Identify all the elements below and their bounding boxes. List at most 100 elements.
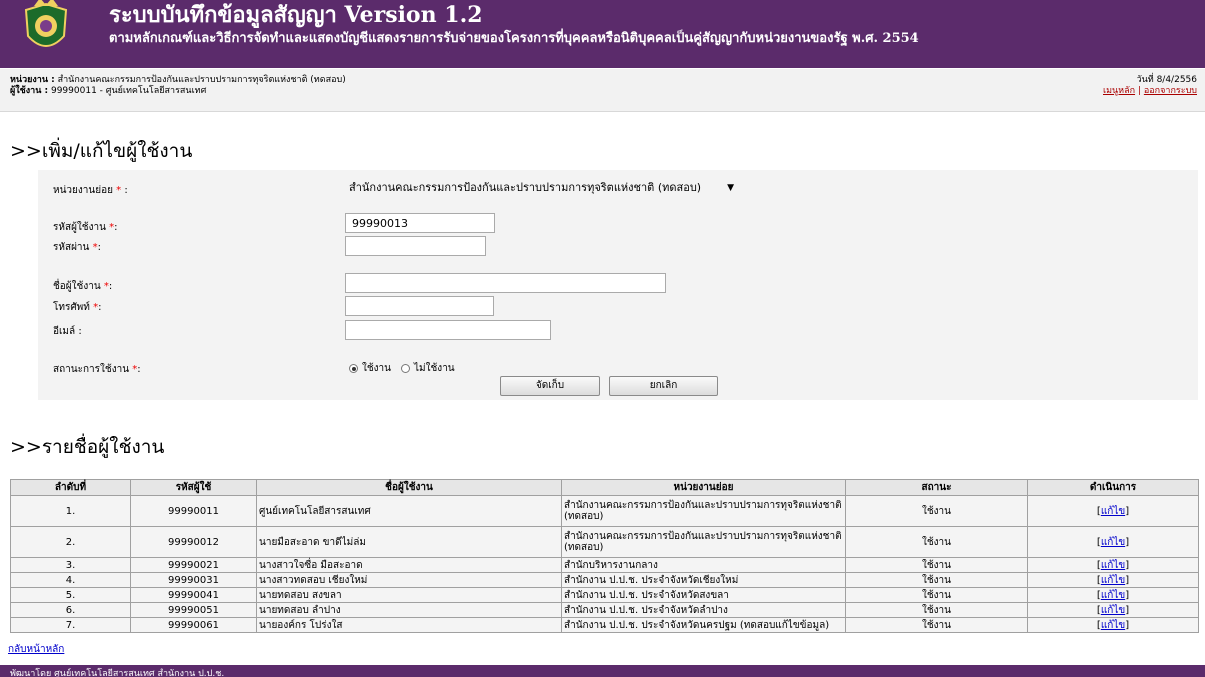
email-label: อีเมล์ : (53, 326, 82, 337)
app-header: ระบบบันทึกข้อมูลสัญญา Version 1.2 ตามหลั… (0, 0, 1205, 68)
col-header-unit: หน่วยงานย่อย (561, 479, 846, 496)
row-status: ใช้งาน (845, 495, 1028, 527)
row-action: [แก้ไข] (1027, 526, 1199, 558)
footer-credit: พัฒนาโดย ศูนย์เทคโนโลยีสารสนเทศ สำนักงาน… (10, 669, 225, 677)
row-no: 2. (10, 526, 131, 558)
list-section-title: >>รายชื่อผู้ใช้งาน (10, 436, 165, 458)
col-header-action: ดำเนินการ (1027, 479, 1199, 496)
row-no: 3. (10, 557, 131, 573)
table-row: 7. 99990061 นายองค์กร โปร่งใส สำนักงาน ป… (10, 617, 1199, 633)
row-no: 5. (10, 587, 131, 603)
col-header-id: รหัสผู้ใช้ (130, 479, 257, 496)
row-action: [แก้ไข] (1027, 572, 1199, 588)
row-user-name: นายองค์กร โปร่งใส (256, 617, 562, 633)
current-date: วันที่ 8/4/2556 (1136, 75, 1197, 85)
edit-link[interactable]: แก้ไข (1101, 537, 1125, 548)
row-no: 1. (10, 495, 131, 527)
session-info: หน่วยงาน : สำนักงานคณะกรรมการป้องกันและป… (10, 75, 346, 97)
row-unit: สำนักงานคณะกรรมการป้องกันและปราบปรามการท… (561, 526, 846, 558)
edit-link[interactable]: แก้ไข (1101, 575, 1125, 586)
row-status: ใช้งาน (845, 587, 1028, 603)
user-table: ลำดับที่ รหัสผู้ใช้ ชื่อผู้ใช้งาน หน่วยง… (10, 479, 1199, 633)
page-footer: พัฒนาโดย ศูนย์เทคโนโลยีสารสนเทศ สำนักงาน… (0, 665, 1205, 677)
col-header-no: ลำดับที่ (10, 479, 131, 496)
row-status: ใช้งาน (845, 572, 1028, 588)
status-inactive-radio[interactable] (401, 364, 411, 373)
username-label: ชื่อผู้ใช้งาน *: (53, 281, 113, 292)
chevron-down-icon: ▼ (727, 183, 734, 193)
phone-label: โทรศัพท์ *: (53, 302, 102, 313)
email-input[interactable] (345, 320, 551, 340)
table-row: 6. 99990051 นายทดสอบ ลำปาง สำนักงาน ป.ป.… (10, 602, 1199, 618)
row-unit: สำนักงาน ป.ป.ช. ประจำจังหวัดนครปฐม (ทดสอ… (561, 617, 846, 633)
row-user-id: 99990031 (130, 572, 257, 588)
row-user-name: นายมือสะอาด ขาดีไม่ล่ม (256, 526, 562, 558)
app-title: ระบบบันทึกข้อมูลสัญญา Version 1.2 (109, 2, 483, 28)
session-actions: วันที่ 8/4/2556 เมนูหลัก | ออกจากระบบ (1103, 75, 1197, 97)
row-user-id: 99990011 (130, 495, 257, 527)
row-unit: สำนักงาน ป.ป.ช. ประจำจังหวัดเชียงใหม่ (561, 572, 846, 588)
table-row: 3. 99990021 นางสาวใจซื่อ มือสะอาด สำนักบ… (10, 557, 1199, 573)
row-user-name: นางสาวใจซื่อ มือสะอาด (256, 557, 562, 573)
username-input[interactable] (345, 273, 666, 293)
edit-link[interactable]: แก้ไข (1101, 560, 1125, 571)
password-input[interactable] (345, 236, 486, 256)
edit-link[interactable]: แก้ไข (1101, 605, 1125, 616)
back-to-home-link[interactable]: กลับหน้าหลัก (8, 642, 64, 657)
col-header-name: ชื่อผู้ใช้งาน (256, 479, 562, 496)
agency-value: สำนักงานคณะกรรมการป้องกันและปราบปรามการท… (57, 75, 346, 85)
row-unit: สำนักงาน ป.ป.ช. ประจำจังหวัดสงขลา (561, 587, 846, 603)
row-user-id: 99990041 (130, 587, 257, 603)
row-action: [แก้ไข] (1027, 587, 1199, 603)
edit-link[interactable]: แก้ไข (1101, 506, 1125, 517)
row-action: [แก้ไข] (1027, 617, 1199, 633)
row-unit: สำนักงานคณะกรรมการป้องกันและปราบปรามการท… (561, 495, 846, 527)
table-row: 4. 99990031 นางสาวทดสอบ เชียงใหม่ สำนักง… (10, 572, 1199, 588)
status-radio-group: ใช้งาน ไม่ใช้งาน (349, 361, 455, 376)
row-action: [แก้ไข] (1027, 602, 1199, 618)
row-user-name: นายทดสอบ ลำปาง (256, 602, 562, 618)
subunit-select[interactable]: สำนักงานคณะกรรมการป้องกันและปราบปรามการท… (345, 178, 740, 198)
table-row: 5. 99990041 นายทดสอบ สงขลา สำนักงาน ป.ป.… (10, 587, 1199, 603)
row-action: [แก้ไข] (1027, 557, 1199, 573)
row-user-id: 99990012 (130, 526, 257, 558)
status-label: สถานะการใช้งาน *: (53, 364, 141, 375)
user-label: ผู้ใช้งาน : (10, 86, 49, 96)
edit-link[interactable]: แก้ไข (1101, 620, 1125, 631)
row-status: ใช้งาน (845, 526, 1028, 558)
status-inactive-label: ไม่ใช้งาน (414, 363, 455, 374)
col-header-status: สถานะ (845, 479, 1028, 496)
row-no: 6. (10, 602, 131, 618)
password-label: รหัสผ่าน *: (53, 242, 101, 253)
row-user-id: 99990051 (130, 602, 257, 618)
subunit-selected: สำนักงานคณะกรรมการป้องกันและปราบปรามการท… (349, 181, 702, 194)
row-no: 4. (10, 572, 131, 588)
table-row: 1. 99990011 ศูนย์เทคโนโลยีสารสนเทศ สำนัก… (10, 495, 1199, 527)
status-active-label: ใช้งาน (362, 363, 392, 374)
save-button[interactable]: จัดเก็บ (500, 376, 600, 396)
phone-input[interactable] (345, 296, 494, 316)
main-menu-link[interactable]: เมนูหลัก (1103, 86, 1135, 96)
row-user-name: ศูนย์เทคโนโลยีสารสนเทศ (256, 495, 562, 527)
status-active-radio[interactable] (349, 364, 358, 373)
row-unit: สำนักบริหารงานกลาง (561, 557, 846, 573)
user-value: 99990011 - ศูนย์เทคโนโลยีสารสนเทศ (50, 86, 207, 96)
table-header-row: ลำดับที่ รหัสผู้ใช้ ชื่อผู้ใช้งาน หน่วยง… (10, 479, 1199, 496)
seal-logo-icon (24, 0, 68, 47)
session-info-bar: หน่วยงาน : สำนักงานคณะกรรมการป้องกันและป… (0, 69, 1205, 112)
table-row: 2. 99990012 นายมือสะอาด ขาดีไม่ล่ม สำนัก… (10, 526, 1199, 558)
cancel-button[interactable]: ยกเลิก (609, 376, 718, 396)
row-status: ใช้งาน (845, 557, 1028, 573)
userid-input[interactable] (345, 213, 495, 233)
row-user-name: นายทดสอบ สงขลา (256, 587, 562, 603)
edit-link[interactable]: แก้ไข (1101, 590, 1125, 601)
logout-link[interactable]: ออกจากระบบ (1144, 86, 1197, 96)
agency-label: หน่วยงาน : (10, 75, 55, 85)
row-user-id: 99990021 (130, 557, 257, 573)
userid-label: รหัสผู้ใช้งาน *: (53, 222, 118, 233)
row-action: [แก้ไข] (1027, 495, 1199, 527)
row-unit: สำนักงาน ป.ป.ช. ประจำจังหวัดลำปาง (561, 602, 846, 618)
subunit-label: หน่วยงานย่อย * : (53, 185, 128, 196)
row-user-name: นางสาวทดสอบ เชียงใหม่ (256, 572, 562, 588)
form-section-title: >>เพิ่ม/แก้ไขผู้ใช้งาน (10, 140, 193, 162)
